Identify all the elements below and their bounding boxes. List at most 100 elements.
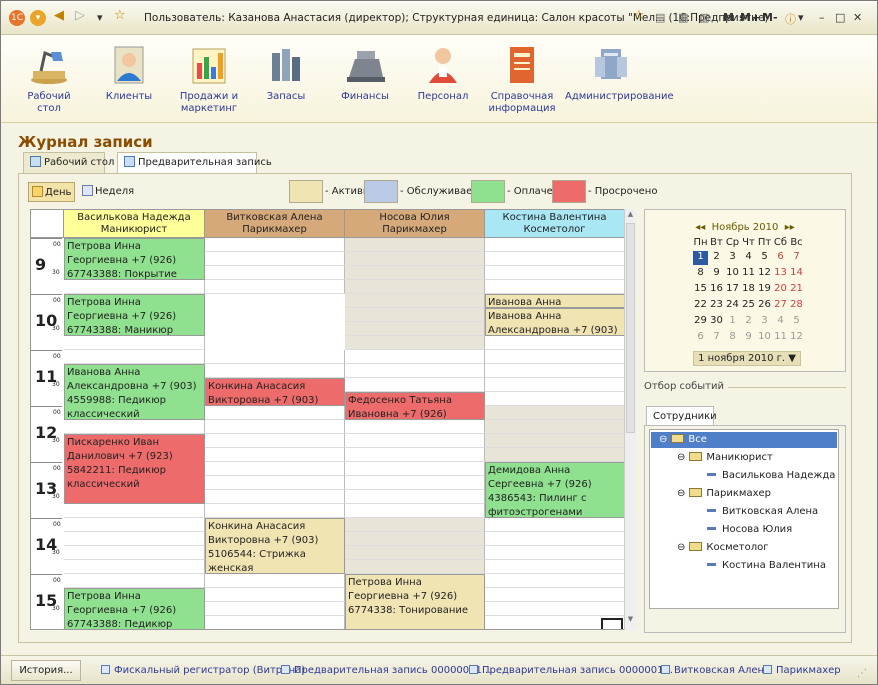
- calendar-day[interactable]: 1: [725, 315, 740, 329]
- view-week-button[interactable]: Неделя: [79, 182, 137, 202]
- minimize-icon[interactable]: –: [819, 11, 825, 24]
- favorites-star-icon[interactable]: ☆: [114, 8, 126, 23]
- time-slot-cell[interactable]: [205, 252, 345, 266]
- tree-node[interactable]: ⊖ Косметолог: [651, 540, 837, 556]
- calendar-day[interactable]: 18: [741, 283, 756, 297]
- time-slot-cell[interactable]: [205, 476, 345, 490]
- info-dropdown-icon[interactable]: ▾: [798, 11, 804, 24]
- time-slot-cell[interactable]: [485, 588, 625, 602]
- prev-month-icon[interactable]: ◂◂: [695, 222, 705, 233]
- time-slot-cell[interactable]: [345, 308, 485, 322]
- calendar-day[interactable]: 25: [741, 299, 756, 313]
- section-reference[interactable]: Справочная информация: [487, 35, 557, 121]
- time-slot-cell[interactable]: [485, 238, 625, 252]
- time-slot-cell[interactable]: [64, 532, 205, 546]
- main-menu-icon[interactable]: ▾: [30, 10, 46, 26]
- employee-header[interactable]: Костина Валентина Косметолог: [485, 210, 625, 238]
- time-slot-cell[interactable]: [205, 434, 345, 448]
- time-slot-cell[interactable]: [485, 392, 625, 406]
- time-slot-cell[interactable]: [205, 616, 345, 629]
- appointment-block[interactable]: Петрова Инна Георгиевна +7 (926) 6774338…: [345, 574, 485, 629]
- section-sales[interactable]: Продажи и маркетинг: [177, 35, 241, 121]
- calendar-day[interactable]: 6: [693, 331, 708, 345]
- calendar-day[interactable]: 17: [725, 283, 740, 297]
- time-slot-cell[interactable]: [64, 336, 205, 350]
- calendar-day[interactable]: 9: [709, 267, 724, 281]
- time-slot-cell[interactable]: [345, 420, 485, 434]
- time-slot-cell[interactable]: [205, 462, 345, 476]
- print-icon[interactable]: ▤: [655, 11, 665, 24]
- time-slot-cell[interactable]: [485, 336, 625, 350]
- tab-desktop[interactable]: Рабочий стол: [23, 152, 114, 173]
- calendar-day[interactable]: 12: [789, 331, 804, 345]
- time-slot-cell[interactable]: [345, 350, 485, 364]
- time-slot-cell[interactable]: [345, 252, 485, 266]
- calendar-day[interactable]: 30: [709, 315, 724, 329]
- time-slot-cell[interactable]: [345, 448, 485, 462]
- memory-button-m[interactable]: M: [723, 11, 734, 24]
- calendar-day[interactable]: 9: [741, 331, 756, 345]
- calendar-day[interactable]: 11: [741, 267, 756, 281]
- time-slot-cell[interactable]: [485, 378, 625, 392]
- time-slot-cell[interactable]: [345, 280, 485, 294]
- tree-node[interactable]: Витковская Алена: [651, 504, 837, 520]
- time-slot-cell[interactable]: [485, 434, 625, 448]
- section-finance[interactable]: Финансы: [335, 35, 395, 121]
- calendar-day[interactable]: 10: [725, 267, 740, 281]
- calendar-day[interactable]: 6: [773, 251, 788, 265]
- section-staff[interactable]: Персонал: [413, 35, 473, 121]
- scroll-thumb[interactable]: [626, 223, 635, 433]
- calendar-day[interactable]: 14: [789, 267, 804, 281]
- time-slot-cell[interactable]: [485, 252, 625, 266]
- time-slot-cell[interactable]: [345, 378, 485, 392]
- time-slot-cell[interactable]: [485, 280, 625, 294]
- tab-employees[interactable]: Сотрудники: [646, 406, 717, 426]
- time-slot-cell[interactable]: [64, 574, 205, 588]
- calendar-day[interactable]: 3: [757, 315, 772, 329]
- calendar-day[interactable]: 26: [757, 299, 772, 313]
- appointment-block[interactable]: Петрова Инна Георгиевна +7 (926) 6774338…: [64, 588, 205, 629]
- calendar-day[interactable]: 19: [757, 283, 772, 297]
- time-slot-cell[interactable]: [345, 336, 485, 350]
- time-slot-cell[interactable]: [485, 364, 625, 378]
- time-slot-cell[interactable]: [345, 266, 485, 280]
- calendar-date-field[interactable]: 1 ноября 2010 г. ▼: [693, 351, 801, 366]
- appointment-block[interactable]: Пискаренко Иван Данилович +7 (923) 58422…: [64, 434, 205, 504]
- appointment-block[interactable]: Конкина Анасасия Викторовна +7 (903) 510…: [205, 378, 345, 406]
- calendar-day[interactable]: 20: [773, 283, 788, 297]
- time-slot-cell[interactable]: [64, 560, 205, 574]
- time-slot-cell[interactable]: [485, 406, 625, 420]
- time-slot-cell[interactable]: [205, 364, 345, 378]
- history-dropdown-icon[interactable]: ▾: [97, 11, 103, 24]
- time-slot-cell[interactable]: [345, 560, 485, 574]
- time-slot-cell[interactable]: [64, 518, 205, 532]
- calendar-day[interactable]: 8: [693, 267, 708, 281]
- time-slot-cell[interactable]: [485, 546, 625, 560]
- calendar-day[interactable]: 5: [757, 251, 772, 265]
- time-slot-cell[interactable]: [485, 420, 625, 434]
- time-slot-cell[interactable]: [205, 448, 345, 462]
- time-slot-cell[interactable]: [485, 602, 625, 616]
- appointment-block[interactable]: Иванова Анна Александровна +7 (903) 4559…: [64, 364, 205, 420]
- tree-node[interactable]: Василькова Надежда: [651, 468, 837, 484]
- collapse-icon[interactable]: ⊖: [659, 434, 667, 445]
- time-slot-cell[interactable]: [345, 546, 485, 560]
- tree-node[interactable]: ⊖ Все: [651, 432, 837, 448]
- status-link[interactable]: Предварительная запись 00000001...: [281, 665, 491, 676]
- calendar-day[interactable]: 23: [709, 299, 724, 313]
- section-administration[interactable]: Администрирование: [565, 35, 674, 121]
- tree-node[interactable]: Костина Валентина: [651, 558, 837, 574]
- memory-button-m-plus[interactable]: M+: [740, 11, 760, 24]
- time-slot-cell[interactable]: [205, 602, 345, 616]
- time-slot-cell[interactable]: [485, 574, 625, 588]
- time-slot-cell[interactable]: [205, 266, 345, 280]
- time-slot-cell[interactable]: [485, 350, 625, 364]
- section-clients[interactable]: Клиенты: [101, 35, 157, 121]
- scroll-down-icon[interactable]: ▼: [625, 615, 636, 627]
- forward-arrow-icon[interactable]: ▷: [75, 8, 85, 23]
- time-slot-cell[interactable]: [345, 490, 485, 504]
- time-slot-cell[interactable]: [345, 518, 485, 532]
- tree-node[interactable]: ⊖ Маникюрист: [651, 450, 837, 466]
- status-link[interactable]: Предварительная запись 0000001...: [469, 665, 673, 676]
- grid-vertical-scrollbar[interactable]: ▲ ▼: [624, 209, 636, 630]
